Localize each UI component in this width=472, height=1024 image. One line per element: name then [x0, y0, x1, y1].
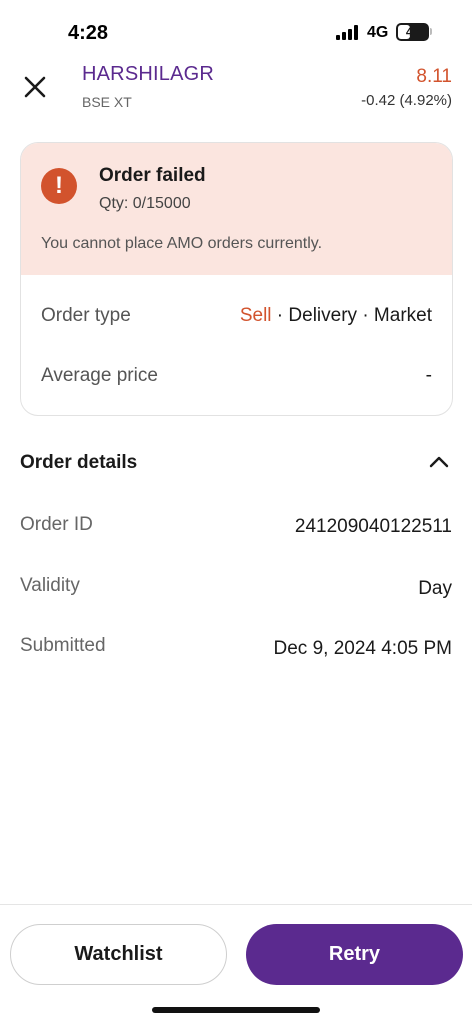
- status-time: 4:28: [68, 22, 109, 44]
- bottom-divider: [0, 904, 472, 905]
- stock-symbol[interactable]: HARSHILAGR: [82, 63, 214, 86]
- submitted-value: Dec 9, 2024 4:05 PM: [273, 638, 453, 659]
- watchlist-button[interactable]: Watchlist: [10, 924, 227, 985]
- battery-icon: 47: [396, 23, 429, 41]
- close-button[interactable]: [20, 72, 50, 102]
- battery-cap: [430, 28, 432, 35]
- stock-change: -0.42 (4.92%): [361, 92, 452, 109]
- order-quantity: Qty: 0/15000: [99, 195, 191, 212]
- network-type: 4G: [367, 24, 389, 41]
- order-status-title: Order failed: [99, 165, 206, 186]
- order-details-toggle[interactable]: Order details: [20, 450, 452, 478]
- exclamation-icon: !: [41, 168, 77, 204]
- average-price-label: Average price: [41, 365, 158, 386]
- order-side: Sell: [239, 305, 272, 326]
- order-product: Delivery: [288, 305, 358, 326]
- separator-dot: ·: [276, 305, 284, 326]
- retry-button[interactable]: Retry: [246, 924, 463, 985]
- detail-row-submitted: Submitted Dec 9, 2024 4:05 PM: [20, 635, 452, 663]
- order-status-card: ! Order failed Qty: 0/15000 You cannot p…: [20, 142, 453, 416]
- close-icon: [24, 76, 46, 98]
- order-details-title: Order details: [20, 452, 138, 473]
- submitted-label: Submitted: [20, 635, 106, 656]
- average-price-value: -: [425, 365, 432, 386]
- order-id-value: 241209040122511: [294, 516, 452, 537]
- signal-icon: [336, 25, 360, 40]
- home-indicator[interactable]: [152, 1007, 320, 1013]
- order-type-value: Sell · Delivery · Market: [240, 305, 432, 327]
- separator-dot: ·: [362, 305, 369, 326]
- order-id-label: Order ID: [20, 514, 93, 535]
- order-type-row: Order type Sell · Delivery · Market: [41, 305, 432, 333]
- stock-price: 8.11: [416, 66, 452, 87]
- detail-row-order-id: Order ID 241209040122511: [20, 514, 452, 542]
- validity-label: Validity: [20, 575, 80, 596]
- order-failure-message: You cannot place AMO orders currently.: [41, 235, 323, 252]
- stock-exchange: BSE XT: [82, 94, 132, 110]
- average-price-row: Average price -: [41, 365, 432, 393]
- order-kind: Market: [373, 305, 432, 326]
- battery-level: 47: [405, 25, 420, 39]
- validity-value: Day: [418, 578, 452, 599]
- status-bar: 4:28 4G 47: [0, 0, 472, 60]
- order-failed-banner: ! Order failed Qty: 0/15000 You cannot p…: [21, 143, 452, 275]
- order-type-label: Order type: [41, 305, 131, 326]
- chevron-up-icon: [429, 456, 449, 468]
- detail-row-validity: Validity Day: [20, 575, 452, 603]
